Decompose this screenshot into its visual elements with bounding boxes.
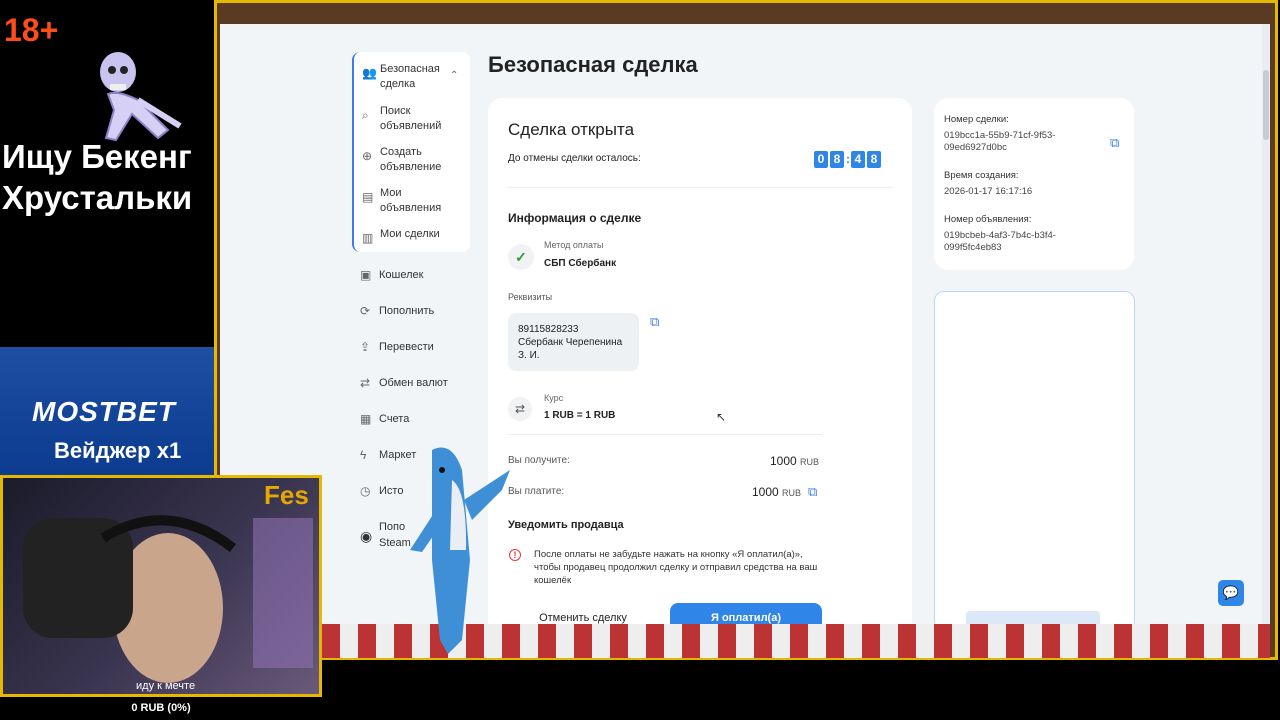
requisites-phone: 89115828233: [518, 324, 579, 335]
timer-digit: 8: [830, 150, 844, 168]
topup-icon: ⟳: [360, 304, 371, 318]
chat-panel: [934, 291, 1135, 631]
chat-support-button[interactable]: 💬: [1218, 580, 1244, 606]
divider: [508, 434, 822, 435]
donation-goal-amount: 0 RUB (0%): [131, 702, 191, 714]
requisites-label: Реквизиты: [508, 292, 553, 302]
stream-title-line2: Хрустальки: [2, 179, 193, 216]
ad-number-line2: 099f5fc4eb83: [944, 242, 1002, 253]
shark-emote-icon: [410, 447, 510, 654]
pay-amount-value: 1000: [752, 485, 779, 499]
transfer-icon: ⇪: [360, 340, 371, 354]
search-icon: ⌕: [362, 108, 369, 122]
requisites-bank: Сбербанк Черепенина: [518, 337, 623, 348]
chat-bubble-icon: 💬: [1222, 585, 1240, 600]
promo-brand-logo: MOSTBET: [32, 396, 176, 427]
sidebar-item-label: Счета: [379, 413, 410, 425]
sidebar-item-wallet[interactable]: ▣ Кошелек: [360, 268, 480, 284]
deal-number-line1: 019bcc1a-55b9-71cf-9f53-: [944, 130, 1056, 141]
sidebar-item-search-ads[interactable]: ⌕ Поиск объявлений: [354, 104, 466, 134]
copy-amount-icon[interactable]: ⧉: [808, 484, 817, 500]
deal-number-label: Номер сделки:: [944, 114, 1009, 125]
stream-bottom-bar: [322, 660, 1280, 720]
wallet-icon: ▣: [360, 268, 372, 282]
deal-status: Сделка открыта: [508, 120, 635, 139]
payment-method-value: СБП Сбербанк: [544, 258, 617, 269]
promo-wager-text: Вейджер x1: [54, 438, 182, 463]
receive-amount-value: 1000: [770, 454, 797, 468]
payment-method-label: Метод оплаты: [544, 240, 604, 250]
sidebar-item-accounts[interactable]: ▦ Счета: [360, 412, 480, 428]
steam-icon: ◉: [360, 528, 373, 544]
deal-info-heading: Информация о сделке: [508, 211, 642, 225]
accounts-icon: ▦: [360, 412, 372, 426]
sidebar-item-label: Пополнить: [379, 305, 435, 317]
created-value: 2026-01-17 16:17:16: [944, 186, 1033, 197]
age-badge: 18+: [4, 12, 59, 48]
chevron-up-icon: ⌃: [450, 70, 459, 81]
notify-seller-heading: Уведомить продавца: [508, 519, 624, 531]
webcam-label: Fes: [264, 480, 309, 510]
sidebar-item-label: Безопасная сделка: [380, 63, 440, 90]
receive-currency: RUB: [800, 457, 820, 467]
receive-amount: 1000 RUB: [770, 454, 819, 468]
plus-circle-icon: ⊕: [362, 149, 373, 163]
mouse-cursor-icon: ↖: [716, 410, 727, 424]
stream-title: Ищу Бекенг Хрустальки: [2, 136, 212, 218]
sidebar-item-exchange[interactable]: ⇄ Обмен валют: [360, 376, 480, 392]
sidebar-item-label: Обмен валют: [379, 377, 448, 389]
sbp-check-icon: ✓: [508, 244, 534, 270]
exchange-rate-icon: ⇄: [508, 397, 532, 421]
requisites-initials: З. И.: [518, 350, 540, 361]
donation-goal-text: иду к мечте: [136, 680, 196, 692]
users-icon: 👥: [362, 66, 377, 80]
deals-icon: ▥: [362, 231, 374, 245]
notify-seller-text: После оплаты не забудьте нажать на кнопк…: [534, 549, 818, 586]
sidebar-item-my-deals[interactable]: ▥ Мои сделки: [354, 227, 466, 245]
stream-title-line1: Ищу Бекенг: [2, 138, 192, 175]
divider: [508, 187, 892, 188]
timer-digit: 0: [814, 150, 828, 168]
copy-deal-number-icon[interactable]: ⧉: [1110, 135, 1119, 151]
document-icon: ▤: [362, 190, 374, 204]
timer-digit: 4: [851, 150, 865, 168]
ad-number-label: Номер объявления:: [944, 214, 1032, 225]
sidebar-item-my-ads[interactable]: ▤ Мои объявления: [354, 186, 466, 216]
exchange-icon: ⇄: [360, 376, 371, 390]
rate-label: Курс: [544, 393, 564, 403]
sidebar-item-label: Кошелек: [379, 269, 424, 281]
sidebar-item-label: Перевести: [379, 341, 434, 353]
timer-separator: :: [846, 152, 850, 166]
sidebar-item-label: Мои объявления: [380, 187, 442, 214]
page-title: Безопасная сделка: [488, 52, 698, 77]
history-icon: ◷: [360, 484, 371, 498]
deal-number-line2: 09ed6927d0bc: [944, 142, 1007, 153]
sidebar-item-secure-deal[interactable]: 👥 Безопасная сделка ⌃: [354, 62, 466, 92]
lightning-icon: ϟ: [360, 448, 367, 462]
rate-value: 1 RUB = 1 RUB: [544, 410, 616, 421]
sidebar-item-transfer[interactable]: ⇪ Перевести: [360, 340, 480, 356]
sidebar-item-create-ad[interactable]: ⊕ Создать объявление: [354, 145, 466, 175]
skeleton-emote-icon: [100, 52, 182, 142]
countdown-label: До отмены сделки осталось:: [508, 153, 641, 164]
copy-icon[interactable]: ⧉: [650, 314, 659, 330]
timer-digit: 8: [867, 150, 881, 168]
pay-amount: 1000 RUB: [752, 485, 801, 499]
scrollbar-thumb[interactable]: [1263, 70, 1269, 140]
created-label: Время создания:: [944, 170, 1019, 181]
sidebar-item-label: Поиск объявлений: [380, 105, 442, 132]
sidebar-item-label: Мои сделки: [380, 228, 440, 240]
sidebar-item-label: Создать объявление: [380, 146, 442, 173]
pay-currency: RUB: [782, 488, 802, 498]
sidebar-item-topup[interactable]: ⟳ Пополнить: [360, 304, 480, 320]
ad-number-line1: 019bcbeb-4af3-7b4c-b3f4-: [944, 230, 1056, 241]
countdown-timer: 0 8 : 4 8: [814, 150, 881, 168]
